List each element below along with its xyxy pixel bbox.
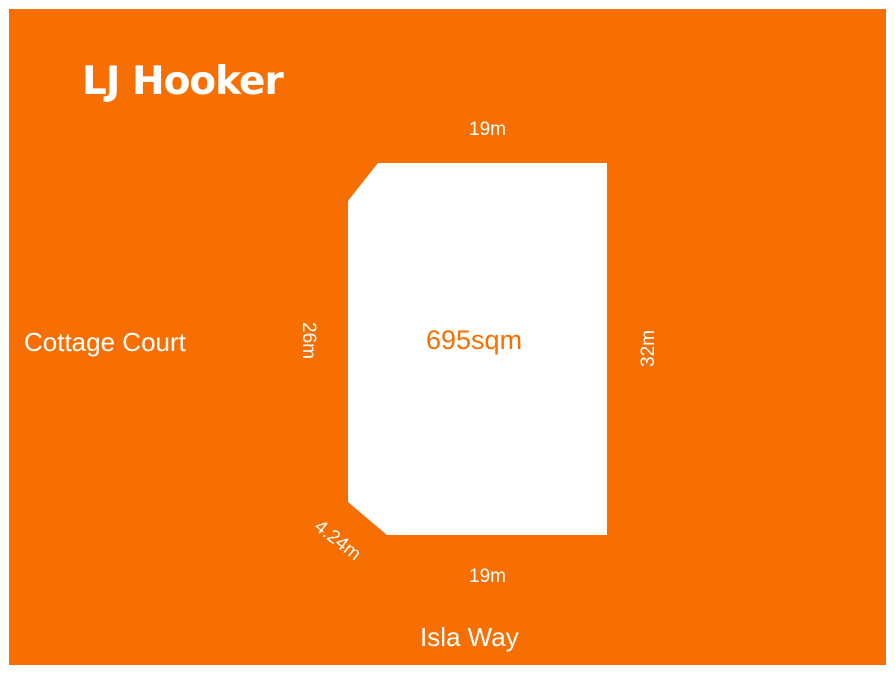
lot-area-label: 695sqm xyxy=(426,325,523,355)
top-boundary-length: 19m xyxy=(469,119,506,140)
bottom-boundary-length: 19m xyxy=(469,566,506,587)
left-boundary-length: 26m xyxy=(297,322,319,359)
street-name-south: Isla Way xyxy=(420,622,519,652)
right-boundary-length: 32m xyxy=(637,330,659,367)
site-plan: LJ Hooker 695sqm 19m 19m 26m 32m 4.24m C… xyxy=(9,9,886,665)
street-name-west: Cottage Court xyxy=(24,327,186,357)
